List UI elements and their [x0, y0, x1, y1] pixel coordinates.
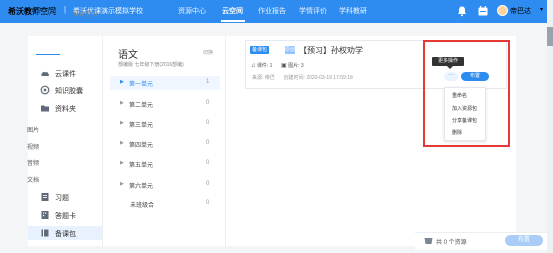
basket-count: 共 0 个资源 — [436, 240, 467, 246]
sidebar-item-label: 资料夹 — [55, 106, 76, 113]
sidebar-sub-audio[interactable]: 音频 — [27, 158, 39, 167]
unit-item[interactable]: ▶ 第六单元 0 — [110, 178, 220, 192]
scrollbar-thumb[interactable] — [547, 27, 553, 46]
unit-item[interactable]: ▶ 第二单元 0 — [110, 97, 220, 111]
tab-active-underline — [36, 54, 60, 55]
bell-icon[interactable] — [456, 5, 468, 17]
unit-item-uncategorized[interactable]: 未班级合 0 — [110, 197, 220, 211]
nav-learning-evaluation[interactable]: 学情评价 — [299, 6, 327, 16]
lesson-package-icon — [41, 229, 49, 237]
unit-item[interactable]: ▶ 第一单元 1 — [110, 76, 220, 90]
sidebar-item-cloud-courseware[interactable]: 云课件 — [28, 66, 102, 80]
user-avatar[interactable] — [497, 5, 508, 16]
sidebar-sub-documents[interactable]: 文档 — [27, 175, 39, 184]
courseware-count: 1 — [269, 63, 273, 69]
annotation-highlight-box — [423, 40, 510, 147]
subject-title: 语文 — [118, 50, 138, 61]
chevron-right-icon: ▶ — [120, 140, 124, 146]
unit-name: 第一单元 — [129, 82, 154, 88]
unit-name: 第三单元 — [129, 123, 154, 129]
tab-my-space[interactable]: 我的空间 — [36, 8, 64, 18]
unit-count: 0 — [206, 120, 210, 126]
unit-count: 0 — [206, 140, 210, 146]
unit-name: 第五单元 — [129, 163, 154, 169]
sidebar-item-lesson-package[interactable]: 备课包 — [28, 226, 102, 240]
sidebar-item-label: 备课包 — [55, 231, 76, 238]
nav-homework-report[interactable]: 作业报告 — [258, 6, 286, 16]
basket-assign-button[interactable]: 布置 — [505, 235, 543, 246]
sidebar-sub-images[interactable]: 图片 — [27, 125, 39, 134]
unit-name: 第二单元 — [129, 103, 154, 109]
book-edition: 部编版 七年级下册(2016部编) — [118, 62, 184, 68]
courseware-label: 课件: — [256, 63, 269, 69]
sidebar-item-label: 习题 — [55, 195, 69, 202]
chevron-right-icon: ▶ — [120, 79, 124, 85]
sidebar-item-folder[interactable]: 资料夹 — [28, 101, 102, 115]
unit-name: 未班级合 — [130, 203, 155, 209]
unit-item[interactable]: ▶ 第三单元 0 — [110, 117, 220, 131]
nav-resource-center[interactable]: 资源中心 — [178, 6, 206, 16]
answer-card-icon — [41, 211, 49, 219]
brand-separator: | — [64, 5, 67, 14]
card-created-time: 创建时间: 2020-03-19 17:59:18 — [283, 75, 353, 81]
chevron-down-icon[interactable]: ▾ — [540, 6, 543, 13]
courseware-meta: ♫ 课件: 1 — [251, 62, 272, 69]
unit-count: 0 — [206, 200, 210, 206]
unit-count: 1 — [206, 79, 210, 85]
sidebar-item-answer-card[interactable]: 答题卡 — [28, 208, 102, 222]
card-author: 来源: 帝巴 — [252, 75, 275, 81]
capsule-icon — [40, 85, 50, 95]
basket-icon — [424, 238, 433, 244]
chevron-right-icon: ▶ — [120, 160, 124, 166]
images-meta: ▣ 图片: 3 — [281, 62, 304, 69]
nav-active-underline — [221, 20, 245, 22]
unit-name: 第四单元 — [129, 143, 154, 149]
unit-count: 0 — [206, 181, 210, 187]
type-badge: 备课包 — [250, 46, 270, 54]
sidebar-item-label: 答题卡 — [55, 213, 76, 220]
panel-divider — [225, 36, 226, 246]
unit-count: 0 — [206, 160, 210, 166]
tab-school-space[interactable]: 校本空间 — [73, 9, 97, 18]
image-icon: ▣ — [281, 63, 287, 69]
unit-item[interactable]: ▶ 第五单元 0 — [110, 157, 220, 171]
user-name[interactable]: 帝巴达 — [510, 6, 531, 16]
card-title[interactable]: 【预习】孙权劝学 — [299, 45, 363, 56]
unit-name: 第六单元 — [129, 184, 154, 190]
switch-book-link[interactable]: 切换 — [203, 49, 213, 56]
images-count: 3 — [300, 63, 304, 69]
folder-icon — [41, 105, 49, 112]
chevron-right-icon: ▶ — [120, 181, 124, 187]
card-source-and-date: 来源: 帝巴 创建时间: 2020-03-19 17:59:18 — [252, 74, 353, 81]
nav-subject-research[interactable]: 学科教研 — [339, 6, 367, 16]
cloud-icon — [41, 71, 50, 76]
music-note-icon: ♫ — [251, 63, 256, 69]
chevron-right-icon: ▶ — [120, 100, 124, 106]
images-label: 图片: — [288, 63, 300, 69]
chevron-right-icon: ▶ — [120, 120, 124, 126]
nav-cloud-space[interactable]: 云空间 — [222, 6, 243, 16]
sidebar-item-label: 知识胶囊 — [55, 88, 83, 95]
unit-item[interactable]: ▶ 第四单元 0 — [110, 137, 220, 151]
status-badge: 原创 — [285, 46, 296, 54]
calendar-icon[interactable] — [477, 5, 489, 17]
sidebar-sub-videos[interactable]: 视频 — [27, 142, 39, 151]
exercise-icon — [41, 193, 49, 201]
sidebar-item-knowledge-capsule[interactable]: 知识胶囊 — [28, 83, 102, 97]
sidebar-item-exercises[interactable]: 习题 — [28, 190, 102, 204]
sidebar-item-label: 云课件 — [55, 71, 76, 78]
unit-count: 0 — [206, 100, 210, 106]
